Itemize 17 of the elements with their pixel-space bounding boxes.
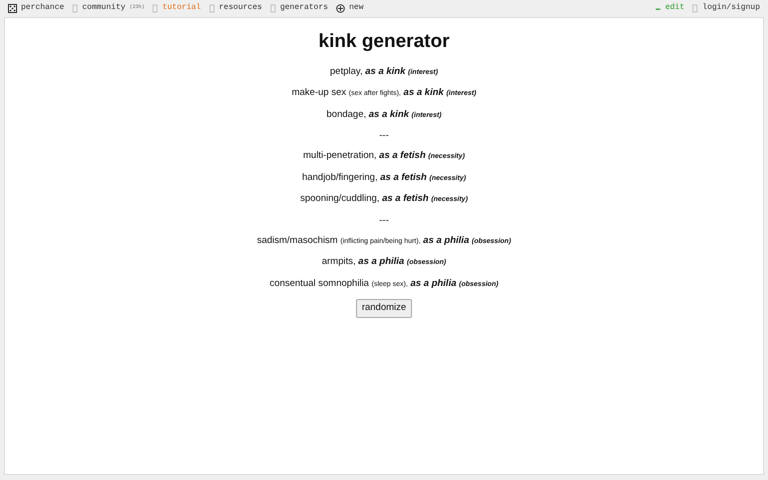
- missing-glyph-icon: [692, 4, 698, 12]
- randomize-button[interactable]: randomize: [356, 299, 412, 318]
- missing-glyph-icon: [152, 4, 158, 12]
- nav-link[interactable]: community: [82, 2, 126, 14]
- nav-link[interactable]: resources: [218, 2, 262, 14]
- page-title: kink generator: [318, 31, 450, 54]
- nav-link[interactable]: new: [349, 2, 364, 14]
- missing-glyph-icon: [72, 4, 78, 12]
- die-icon: [8, 4, 17, 12]
- missing-glyph-icon: [208, 4, 215, 12]
- separator-text: ---: [379, 214, 389, 228]
- separator-text: ---: [379, 129, 389, 144]
- plus-icon: [336, 4, 346, 12]
- nav-link[interactable]: perchance: [21, 2, 64, 14]
- missing-glyph-icon: [270, 4, 276, 12]
- nav-link[interactable]: login/signup: [702, 2, 760, 14]
- nav-link[interactable]: generators: [280, 2, 328, 14]
